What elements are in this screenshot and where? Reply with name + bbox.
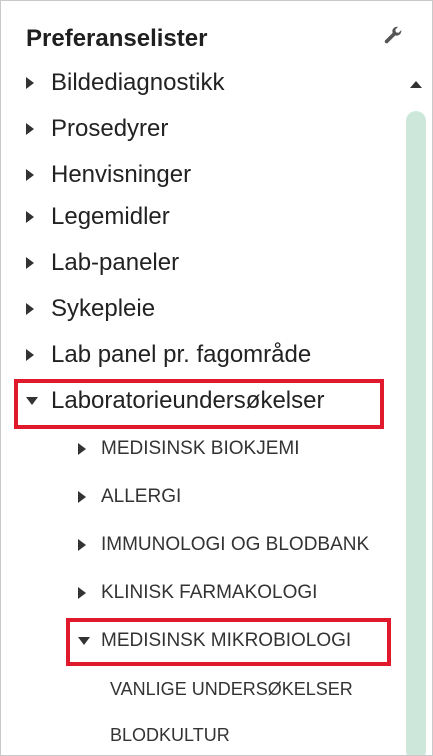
tree-item-allergi[interactable]: ALLERGI [78,477,181,517]
tree-item-label: Legemidler [51,203,170,230]
highlight-box-medisinsk-mikrobiologi [66,618,391,666]
tree-item-immunologi-og-blodbank[interactable]: IMMUNOLOGI OG BLODBANK [78,525,369,565]
tree-item-label: Bildediagnostikk [51,69,225,96]
panel-title: Preferanselister [26,25,208,52]
tree-item-label: VANLIGE UNDERSØKELSER [110,678,353,699]
tree-item-label: Prosedyrer [51,115,169,142]
tree-item-label: BLODKULTUR [110,724,230,745]
caret-right-icon [78,443,86,455]
tree-item-label: Henvisninger [51,161,192,188]
tree-item-bildediagnostikk[interactable]: Bildediagnostikk [26,63,224,103]
caret-right-icon [26,349,34,361]
tree-item-label: MEDISINSK BIOKJEMI [101,438,300,459]
tree-item-label: IMMUNOLOGI OG BLODBANK [101,534,370,555]
caret-right-icon [78,539,86,551]
tree-item-label: Lab-paneler [51,249,180,276]
caret-right-icon [78,587,86,599]
wrench-icon[interactable] [382,26,404,48]
tree-item-legemidler[interactable]: Legemidler [26,197,170,237]
tree-item-prosedyrer[interactable]: Prosedyrer [26,109,168,149]
caret-right-icon [26,303,34,315]
caret-right-icon [26,257,34,269]
tree-item-klinisk-farmakologi[interactable]: KLINISK FARMAKOLOGI [78,573,317,613]
scroll-up-arrow-icon[interactable] [403,71,429,99]
caret-right-icon [26,169,34,181]
preference-list-panel: Preferanselister Bildediagnostikk Prosed… [0,0,433,756]
caret-right-icon [26,211,34,223]
tree-item-henvisninger[interactable]: Henvisninger [26,155,191,195]
tree-item-lab-panel-fagomrade[interactable]: Lab panel pr. fagområde [26,335,311,375]
tree-item-medisinsk-biokjemi[interactable]: MEDISINSK BIOKJEMI [78,429,299,469]
caret-right-icon [26,77,34,89]
tree-item-label: KLINISK FARMAKOLOGI [101,582,318,603]
tree-item-label: Sykepleie [51,295,156,322]
tree-item-label: Lab panel pr. fagområde [51,341,312,368]
scrollbar-thumb[interactable] [406,111,426,755]
caret-right-icon [78,491,86,503]
tree-item-vanlige-undersokelser[interactable]: VANLIGE UNDERSØKELSER [110,669,353,709]
tree-item-sykepleie[interactable]: Sykepleie [26,289,155,329]
highlight-box-laboratorieundersokelser [14,379,384,429]
tree-item-label: ALLERGI [101,486,182,507]
tree-item-lab-paneler[interactable]: Lab-paneler [26,243,179,283]
caret-right-icon [26,123,34,135]
tree-item-blodkultur[interactable]: BLODKULTUR [110,715,230,755]
